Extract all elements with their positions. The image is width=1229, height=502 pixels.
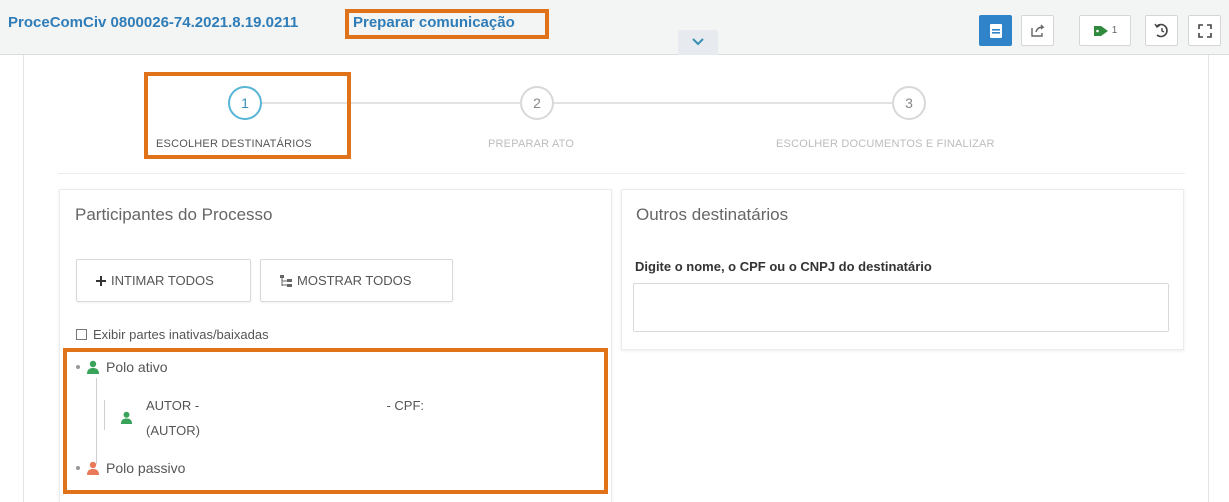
step-1-label: ESCOLHER DESTINATÁRIOS [156, 138, 312, 150]
mostrar-todos-label: MOSTRAR TODOS [297, 273, 412, 288]
process-number-link[interactable]: ProceComCiv 0800026-74.2021.8.19.0211 [8, 14, 298, 31]
tree-icon [279, 274, 293, 288]
stepper-divider [58, 173, 1185, 174]
tree-node-polo-passivo[interactable]: Polo passivo [76, 460, 185, 476]
tree-connector [96, 378, 97, 464]
step-3-label: ESCOLHER DOCUMENTOS E FINALIZAR [776, 138, 995, 150]
tag-icon [1093, 25, 1108, 36]
person-icon [86, 461, 100, 476]
tags-count: 1 [1111, 25, 1118, 36]
recipient-search-input[interactable] [633, 283, 1169, 332]
share-button[interactable] [1021, 15, 1054, 46]
stepper-connector-1 [262, 102, 520, 104]
step-3-circle[interactable]: 3 [892, 86, 926, 120]
autor-name-redacted [202, 398, 383, 410]
intimar-todos-label: INTIMAR TODOS [111, 273, 214, 288]
participants-title: Participantes do Processo [75, 205, 273, 224]
tree-node-polo-ativo[interactable]: Polo ativo [76, 359, 167, 375]
autor-name-prefix: AUTOR - [146, 398, 200, 413]
header-bar: ProceComCiv 0800026-74.2021.8.19.0211 Pr… [0, 0, 1229, 55]
polo-ativo-label: Polo ativo [106, 359, 168, 375]
tree-bullet [76, 466, 80, 470]
fullscreen-icon [1197, 23, 1212, 38]
history-button[interactable] [1145, 15, 1178, 46]
show-inactive-label: Exibir partes inativas/baixadas [93, 327, 269, 342]
participants-card [59, 189, 612, 502]
step-1-circle[interactable]: 1 [228, 86, 262, 120]
person-icon [120, 411, 133, 430]
document-icon [989, 23, 1002, 38]
intimar-todos-button[interactable]: INTIMAR TODOS [76, 259, 251, 302]
mostrar-todos-button[interactable]: MOSTRAR TODOS [260, 259, 453, 302]
show-inactive-row[interactable]: Exibir partes inativas/baixadas [76, 327, 269, 342]
autor-cpf-label: - CPF: [386, 398, 425, 413]
expand-header-button[interactable] [678, 30, 718, 55]
history-icon [1154, 23, 1168, 38]
fullscreen-button[interactable] [1188, 15, 1221, 46]
stepper-connector-2 [554, 102, 892, 104]
share-icon [1030, 24, 1045, 37]
tree-subconnector [104, 400, 105, 430]
autor-role: (AUTOR) [146, 423, 200, 438]
step-2-label: PREPARAR ATO [488, 138, 575, 150]
polo-passivo-label: Polo passivo [106, 460, 186, 476]
recipient-field-label: Digite o nome, o CPF ou o CNPJ do destin… [635, 259, 932, 274]
autor-name-line[interactable]: AUTOR - - CPF: [146, 398, 424, 413]
details-button[interactable] [979, 15, 1012, 46]
tags-button[interactable]: 1 [1079, 15, 1131, 46]
tree-bullet [76, 365, 80, 369]
show-inactive-checkbox[interactable] [76, 329, 87, 340]
page-title: Preparar comunicação [353, 14, 515, 31]
step-2-circle[interactable]: 2 [520, 86, 554, 120]
person-icon [86, 360, 100, 375]
plus-icon [95, 275, 107, 287]
chevron-down-icon [692, 38, 704, 46]
other-recipients-title: Outros destinatários [636, 205, 789, 224]
